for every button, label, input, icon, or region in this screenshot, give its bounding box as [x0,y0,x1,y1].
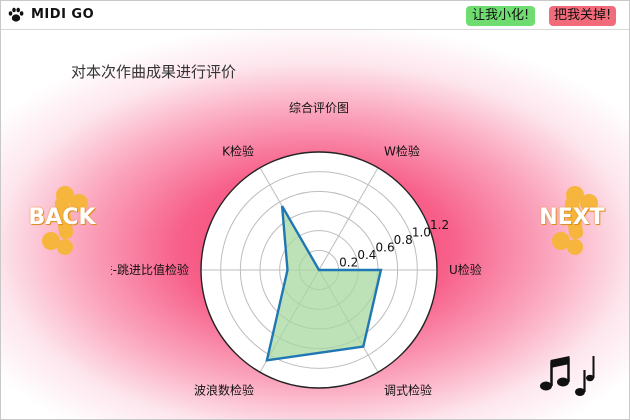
radial-tick-label: 0.2 [339,255,358,269]
main-content: 对本次作曲成果进行评价 BACK NEXT 0.2 0.4 0.6 0.8 1.… [1,30,629,419]
radial-tick-label: 0.8 [394,233,413,247]
axis-label: 波浪数检验 [194,383,254,398]
close-button[interactable]: 把我关掉! [549,6,617,26]
next-label: NEXT [539,205,605,230]
axis-label: 调式检验 [384,383,432,398]
axis-label: 级进-跳进比值检验 [111,262,189,277]
paw-icon [8,7,24,22]
radar-chart: 0.20.40.60.81.01.2 U检验 W检验 K检验级进-跳进比值检验波浪数检… [111,100,482,398]
app-title: MIDI GO [31,7,95,22]
music-notes-icon[interactable] [537,352,597,398]
axis-label: W检验 [384,143,420,158]
radial-tick-label: 0.4 [357,248,376,262]
chart-title: 综合评价图 [289,100,349,115]
next-button[interactable]: NEXT [531,185,613,255]
back-label: BACK [28,205,96,230]
page-title: 对本次作曲成果进行评价 [71,63,237,81]
radial-tick-label: 1.0 [412,225,431,239]
app-window: MIDI GO 让我小化! 把我关掉! 对本次作曲成果进行评价 BACK NEX… [0,0,630,420]
back-button[interactable]: BACK [21,185,103,255]
axis-label: K检验 [222,143,254,158]
radial-tick-label: 0.6 [376,240,395,254]
radial-tick-label: 1.2 [430,218,449,232]
axis-label: U检验 [449,262,482,277]
minimize-button[interactable]: 让我小化! [466,6,536,26]
title-bar[interactable]: MIDI GO 让我小化! 把我关掉! [1,1,629,30]
